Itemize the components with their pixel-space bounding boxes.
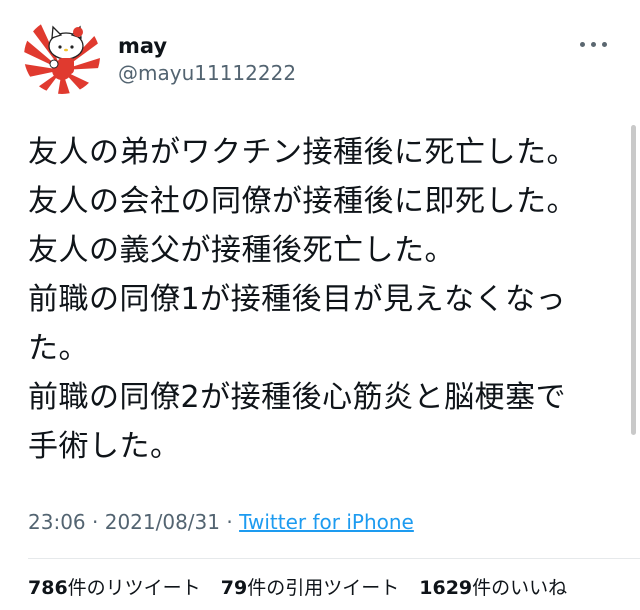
quotes-stat[interactable]: 79件の引用ツイート	[221, 577, 413, 599]
likes-label: 件のいいね	[472, 577, 568, 599]
retweets-label: 件のリツイート	[67, 577, 201, 599]
tweet-text-line: 手術した。	[28, 429, 181, 464]
quotes-count: 79	[220, 577, 248, 599]
tweet-text-line: 友人の弟がワクチン接種後に死亡した。	[28, 135, 577, 170]
likes-count: 1629	[419, 577, 473, 599]
tweet-text-line: 友人の会社の同僚が接種後に即死した。	[28, 184, 577, 219]
avatar[interactable]	[24, 18, 100, 94]
more-options-icon[interactable]	[580, 36, 612, 52]
tweet-text-line: た。	[28, 331, 89, 366]
user-display-name[interactable]: may	[118, 34, 167, 58]
scrollbar[interactable]	[631, 125, 636, 435]
tweet-date[interactable]: 2021/08/31	[105, 510, 220, 534]
tweet-text-line: 前職の同僚2が接種後心筋炎と脳梗塞で	[28, 380, 567, 415]
quotes-label: 件の引用ツイート	[247, 577, 400, 599]
tweet-time[interactable]: 23:06	[28, 510, 86, 534]
tweet-text-line: 前職の同僚1が接種後目が見えなくなっ	[28, 282, 567, 317]
tweet-meta: 23:06 · 2021/08/31 · Twitter for iPhone	[28, 510, 414, 534]
hello-kitty-avatar-icon	[24, 18, 100, 94]
tweet-source-link[interactable]: Twitter for iPhone	[239, 510, 414, 534]
tweet-stats: 786件のリツイート 79件の引用ツイート 1629件のいいね	[28, 573, 581, 600]
user-handle[interactable]: @mayu11112222	[118, 61, 296, 85]
retweets-stat[interactable]: 786件のリツイート	[28, 577, 215, 599]
meta-separator: ·	[85, 510, 105, 534]
retweets-count: 786	[28, 577, 68, 599]
tweet-detail: may @mayu11112222 友人の弟がワクチン接種後に死亡した。 友人の…	[0, 0, 640, 610]
divider	[28, 558, 640, 559]
meta-separator: ·	[220, 510, 240, 534]
likes-stat[interactable]: 1629件のいいね	[419, 577, 581, 599]
tweet-text-line: 友人の義父が接種後死亡した。	[28, 233, 455, 268]
tweet-text: 友人の弟がワクチン接種後に死亡した。 友人の会社の同僚が接種後に即死した。 友人…	[28, 128, 618, 471]
